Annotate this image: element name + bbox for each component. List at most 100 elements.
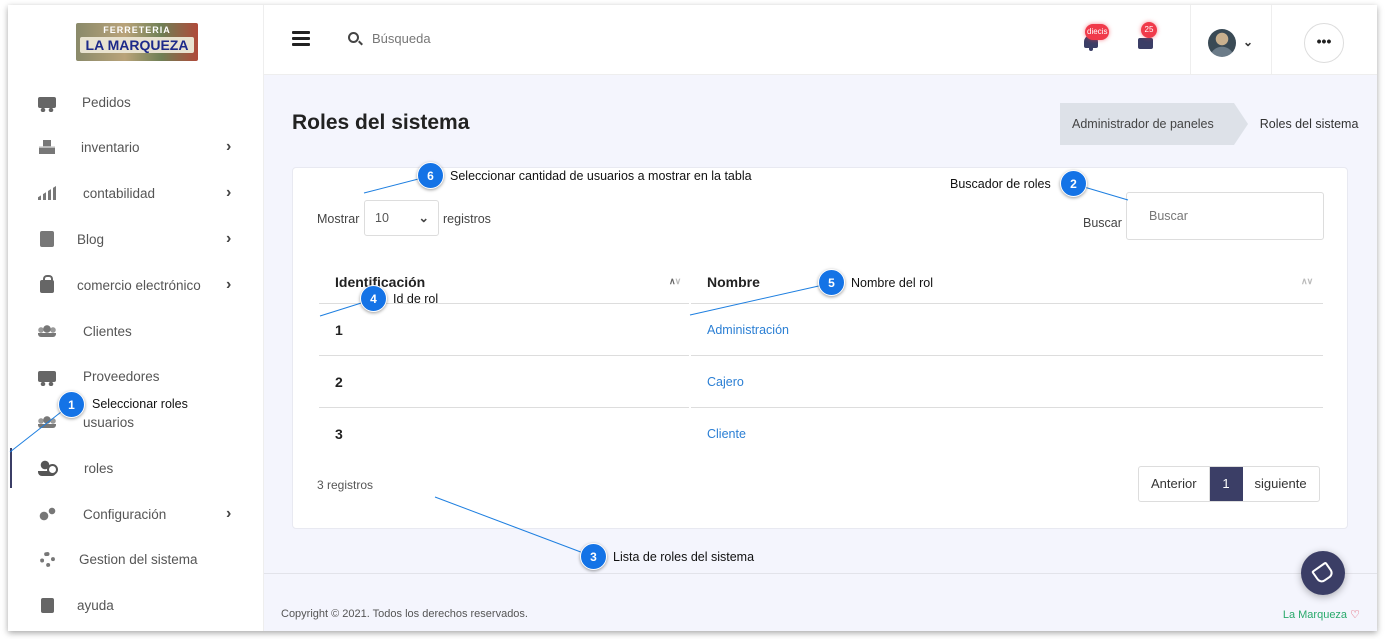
users-icon bbox=[38, 322, 56, 340]
user-menu[interactable]: ⌄ bbox=[1190, 5, 1272, 75]
sidebar-item-label: contabilidad bbox=[83, 185, 156, 201]
callout-3: 3 bbox=[580, 543, 607, 570]
callout-5-text: Nombre del rol bbox=[851, 276, 933, 290]
sidebar-item-label: ayuda bbox=[77, 597, 114, 613]
chevron-down-icon[interactable]: ⌄ bbox=[1243, 35, 1253, 49]
notifications-badge: diecis bbox=[1085, 24, 1110, 40]
sidebar-item-roles[interactable]: roles bbox=[8, 448, 264, 488]
callout-4: 4 bbox=[360, 285, 387, 312]
shopping-bag-icon bbox=[38, 275, 56, 294]
user-icon bbox=[38, 413, 56, 431]
page-title: Roles del sistema bbox=[292, 111, 470, 134]
sidebar-item-comercio[interactable]: comercio electrónico › bbox=[8, 265, 264, 305]
sidebar-item-label: Clientes bbox=[83, 323, 132, 339]
sidebar-item-clientes[interactable]: Clientes bbox=[8, 311, 264, 351]
sidebar-item-proveedores[interactable]: Proveedores bbox=[8, 356, 264, 396]
sidebar-item-ayuda[interactable]: ayuda bbox=[8, 585, 264, 625]
table-row: 3 Cliente bbox=[319, 409, 1323, 461]
sidebar-item-label: Blog bbox=[77, 231, 105, 247]
logo[interactable]: FERRETERIA LA MARQUEZA bbox=[76, 23, 198, 61]
top-header: diecis 25 ⌄ ••• bbox=[264, 5, 1377, 75]
hamburger-menu-icon[interactable] bbox=[292, 31, 310, 46]
truck-icon bbox=[38, 93, 56, 112]
search-label: Buscar bbox=[1083, 216, 1122, 230]
sort-icon: ∧∨ bbox=[1301, 276, 1313, 286]
sidebar: FERRETERIA LA MARQUEZA Pedidos inventari… bbox=[8, 5, 264, 631]
sidebar-item-label: Pedidos bbox=[82, 94, 131, 110]
page-size-select[interactable]: 10 ⌄ bbox=[364, 200, 439, 236]
chevron-right-icon: › bbox=[226, 276, 232, 293]
sidebar-item-label: roles bbox=[84, 460, 114, 476]
show-label: Mostrar bbox=[317, 212, 360, 226]
sidebar-item-label: Configuración bbox=[83, 506, 167, 522]
column-header-name[interactable]: Nombre ∧∨ bbox=[691, 264, 1323, 304]
search-input[interactable] bbox=[372, 27, 572, 49]
app-window: FERRETERIA LA MARQUEZA Pedidos inventari… bbox=[8, 5, 1377, 631]
sidebar-item-label: inventario bbox=[81, 139, 140, 155]
sidebar-item-blog[interactable]: Blog › bbox=[8, 219, 264, 259]
truck-icon bbox=[38, 367, 56, 386]
sidebar-item-configuracion[interactable]: Configuración › bbox=[8, 494, 264, 534]
messages-badge: 25 bbox=[1141, 22, 1157, 38]
sidebar-item-label: comercio electrónico bbox=[77, 277, 201, 293]
table-row: 2 Cajero bbox=[319, 357, 1323, 409]
avatar[interactable] bbox=[1208, 29, 1236, 57]
cogs-icon bbox=[38, 505, 56, 523]
previous-page-button[interactable]: Anterior bbox=[1139, 467, 1210, 501]
boxes-icon bbox=[38, 138, 56, 156]
sidebar-item-label: Proveedores bbox=[83, 368, 160, 384]
footer: Copyright © 2021. Todos los derechos res… bbox=[264, 573, 1377, 631]
page-size-value: 10 bbox=[375, 211, 389, 225]
document-icon bbox=[38, 230, 56, 248]
chevron-right-icon: › bbox=[226, 138, 232, 155]
sidebar-item-label: Gestion del sistema bbox=[79, 551, 198, 567]
sidebar-item-label: usuarios bbox=[83, 414, 135, 430]
theme-paint-button[interactable] bbox=[1301, 551, 1345, 595]
callout-1: 1 bbox=[58, 391, 85, 418]
signal-icon bbox=[38, 184, 56, 202]
main-content: Roles del sistema Administrador de panel… bbox=[264, 75, 1377, 631]
row-id: 3 bbox=[335, 426, 343, 442]
records-count: 3 registros bbox=[317, 478, 374, 492]
callout-1-text: Seleccionar roles bbox=[92, 397, 188, 411]
more-options-button[interactable]: ••• bbox=[1304, 23, 1344, 63]
sort-icon: ∧∨ bbox=[669, 276, 681, 286]
row-id: 1 bbox=[319, 305, 689, 356]
chevron-down-icon: ⌄ bbox=[418, 211, 429, 225]
footer-brand[interactable]: La Marqueza ♡ bbox=[1283, 608, 1360, 621]
row-name-link[interactable]: Administración bbox=[691, 305, 1323, 356]
sidebar-item-pedidos[interactable]: Pedidos bbox=[8, 82, 264, 122]
table-row: 1 Administración bbox=[319, 305, 1323, 357]
callout-6-text: Seleccionar cantidad de usuarios a mostr… bbox=[450, 169, 752, 183]
breadcrumb-item-current: Roles del sistema bbox=[1259, 117, 1359, 131]
chevron-right-icon: › bbox=[226, 230, 232, 247]
callout-6: 6 bbox=[417, 162, 444, 189]
callout-3-text: Lista de roles del sistema bbox=[613, 550, 755, 564]
pagination: Anterior 1 siguiente bbox=[1138, 466, 1320, 502]
page-1-button[interactable]: 1 bbox=[1209, 467, 1243, 501]
user-gear-icon bbox=[38, 459, 58, 477]
logo-line-1: FERRETERIA bbox=[103, 25, 171, 35]
roles-search-input[interactable] bbox=[1126, 192, 1324, 240]
sidebar-item-inventario[interactable]: inventario › bbox=[8, 127, 264, 167]
envelope-icon[interactable] bbox=[1138, 38, 1153, 49]
sidebar-item-gestion[interactable]: Gestion del sistema bbox=[8, 539, 264, 579]
book-icon bbox=[38, 596, 56, 614]
callout-2-text: Buscador de roles bbox=[950, 177, 1051, 191]
search-icon[interactable] bbox=[348, 32, 359, 43]
chevron-right-icon: › bbox=[226, 184, 232, 201]
callout-2: 2 bbox=[1060, 170, 1087, 197]
records-label: registros bbox=[443, 212, 491, 226]
row-id: 2 bbox=[319, 357, 689, 408]
roles-card: Mostrar 10 ⌄ registros Buscar Identifica… bbox=[292, 167, 1348, 529]
row-name-link[interactable]: Cliente bbox=[691, 409, 1323, 460]
breadcrumb-item-admin[interactable]: Administrador de paneles bbox=[1060, 103, 1248, 145]
breadcrumb: Administrador de paneles Roles del siste… bbox=[1060, 103, 1358, 145]
next-page-button[interactable]: siguiente bbox=[1243, 467, 1319, 501]
sidebar-item-contabilidad[interactable]: contabilidad › bbox=[8, 173, 264, 213]
logo-line-2: LA MARQUEZA bbox=[80, 37, 194, 53]
row-name-link[interactable]: Cajero bbox=[691, 357, 1323, 408]
cog-icon bbox=[38, 550, 56, 568]
copyright-text: Copyright © 2021. Todos los derechos res… bbox=[281, 608, 528, 620]
chevron-right-icon: › bbox=[226, 505, 232, 522]
